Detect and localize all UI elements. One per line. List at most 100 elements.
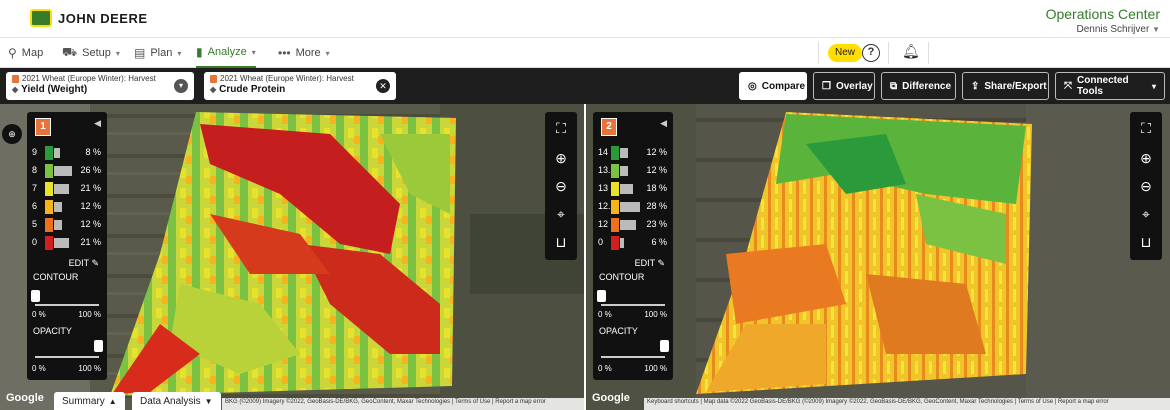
legend-range-label: 5	[32, 219, 38, 229]
layer-selector-left[interactable]: 2021 Wheat (Europe Winter): Harvest ◆ Yie…	[6, 72, 194, 100]
nav-item-map[interactable]: ⚲ Map	[8, 38, 43, 68]
zoom-in-icon[interactable]: ⊕	[545, 150, 577, 167]
compass-icon[interactable]: ⊕	[2, 124, 22, 144]
button-label: Difference	[902, 80, 952, 92]
close-icon[interactable]: ✕	[376, 79, 390, 93]
user-menu[interactable]: Dennis Schrijver ▼	[1046, 24, 1160, 35]
app-header: JOHN DEERE Operations Center Dennis Schr…	[0, 0, 1170, 38]
google-logo: Google	[592, 392, 630, 404]
contour-min: 0 %	[598, 310, 612, 319]
terms-link[interactable]: Terms of Use	[455, 399, 490, 405]
keyboard-shortcuts-link[interactable]: Keyboard shortcuts	[647, 399, 699, 405]
legend-swatch	[45, 236, 53, 250]
legend-swatch	[45, 200, 53, 214]
data-analysis-tab[interactable]: Data Analysis ▼	[132, 392, 221, 410]
compare-icon: ◎	[748, 80, 757, 92]
new-badge[interactable]: New	[828, 44, 863, 62]
map-pane-right[interactable]	[586, 104, 1170, 410]
nav-item-plan[interactable]: ▤ Plan ▾	[134, 38, 181, 68]
attribution-text: BKG (©2009) Imagery ©2022, GeoBasis-DE/B…	[225, 399, 451, 405]
location-icon[interactable]: ⌖	[1130, 206, 1162, 223]
button-label: Connected Tools	[1077, 75, 1129, 97]
fullscreen-icon[interactable]: ⛶	[545, 120, 577, 137]
basket-icon[interactable]: ⊔	[1130, 234, 1162, 251]
contour-slider-handle[interactable]	[597, 290, 606, 302]
legend-row: 8 26 %	[27, 164, 107, 178]
connected-tools-button[interactable]: ⤧ Connected Tools ▾	[1055, 72, 1165, 100]
opacity-slider[interactable]	[601, 356, 665, 358]
legend-bar	[620, 202, 640, 212]
nav-item-analyze[interactable]: ▮ Analyze ▾	[196, 38, 256, 68]
legend-range-label: 0	[32, 237, 38, 247]
zoom-in-icon[interactable]: ⊕	[1130, 150, 1162, 167]
pencil-icon: ✎	[657, 258, 665, 268]
nav-item-setup[interactable]: ⛟ Setup ▾	[62, 38, 120, 68]
zoom-out-icon[interactable]: ⊖	[1130, 178, 1162, 195]
report-error-link[interactable]: Report a map error	[1058, 399, 1109, 405]
summary-tab[interactable]: Summary ▲	[54, 392, 125, 410]
difference-button[interactable]: ⧉ Difference	[881, 72, 956, 100]
fullscreen-icon[interactable]: ⛶	[1130, 120, 1162, 137]
speaker-icon[interactable]: ◀︎	[660, 118, 667, 129]
chevron-down-icon: ▼	[1152, 25, 1160, 34]
nav-item-more[interactable]: ••• More ▾	[278, 38, 330, 68]
chevron-down-icon[interactable]: ▾	[174, 79, 188, 93]
operation-icon	[12, 74, 19, 83]
map-attribution-right: Keyboard shortcuts | Map data ©2022 GeoB…	[644, 398, 1170, 410]
button-label: Share/Export	[984, 80, 1047, 92]
speaker-icon[interactable]: ◀︎	[94, 118, 101, 129]
protein-map[interactable]	[586, 104, 1170, 410]
contour-label: CONTOUR	[599, 272, 645, 282]
legend-percent: 18 %	[646, 183, 667, 193]
divider	[928, 42, 929, 64]
legend-bar	[620, 238, 624, 248]
contour-slider[interactable]	[35, 304, 99, 306]
legend-range-label: 9	[32, 147, 38, 157]
terms-link[interactable]: Terms of Use	[1018, 399, 1053, 405]
opacity-slider[interactable]	[35, 356, 99, 358]
zoom-out-icon[interactable]: ⊖	[545, 178, 577, 195]
opacity-slider-handle[interactable]	[94, 340, 103, 352]
layer-selector-right[interactable]: 2021 Wheat (Europe Winter): Harvest ◆ Cru…	[204, 72, 396, 100]
opacity-max: 100 %	[644, 364, 667, 373]
report-error-link[interactable]: Report a map error	[495, 399, 546, 405]
edit-label: EDIT	[68, 258, 89, 268]
legend-range-label: 0	[598, 237, 604, 247]
opacity-slider-handle[interactable]	[660, 340, 669, 352]
compare-button[interactable]: ◎ Compare	[739, 72, 807, 100]
share-export-button[interactable]: ⇪ Share/Export	[962, 72, 1049, 100]
legend-row: 7 21 %	[27, 182, 107, 196]
map-pin-icon: ⚲	[8, 46, 17, 60]
legend-row: 0 6 %	[593, 236, 673, 250]
john-deere-logo[interactable]: JOHN DEERE	[30, 9, 148, 27]
google-logo: Google	[6, 392, 44, 404]
basket-icon[interactable]: ⊔	[545, 234, 577, 251]
edit-legend-button[interactable]: EDIT ✎	[69, 258, 99, 269]
chevron-down-icon: ▾	[1151, 81, 1156, 91]
app-title: Operations Center	[1045, 6, 1160, 22]
bar-chart-icon: ▮	[196, 45, 203, 59]
edit-legend-button[interactable]: EDIT ✎	[635, 258, 665, 269]
help-icon[interactable]: ?	[862, 44, 880, 62]
location-icon[interactable]: ⌖	[545, 206, 577, 223]
chevron-down-icon: ▾	[251, 47, 256, 57]
main-nav: ⚲ Map ⛟ Setup ▾ ▤ Plan ▾ ▮ Analyze ▾ •••…	[0, 38, 1170, 68]
pencil-icon: ✎	[91, 258, 99, 268]
legend-range-label: 12	[598, 219, 609, 229]
layer-badge: 1	[35, 118, 51, 136]
legend-bar	[54, 184, 69, 194]
clipboard-icon: ▤	[134, 46, 146, 60]
layers-icon: ◆	[12, 85, 19, 94]
bell-icon[interactable]: 🔔︎	[902, 43, 920, 60]
overlay-button[interactable]: ❐ Overlay	[813, 72, 875, 100]
legend-bar	[620, 148, 628, 158]
nav-label: Map	[21, 47, 44, 59]
contour-max: 100 %	[644, 310, 667, 319]
contour-slider[interactable]	[601, 304, 665, 306]
legend-row: 9 8 %	[27, 146, 107, 160]
legend-bar	[620, 166, 628, 176]
legend-range-label: 14	[598, 147, 609, 157]
contour-slider-handle[interactable]	[31, 290, 40, 302]
legend-swatch	[611, 164, 619, 178]
opacity-min: 0 %	[32, 364, 46, 373]
